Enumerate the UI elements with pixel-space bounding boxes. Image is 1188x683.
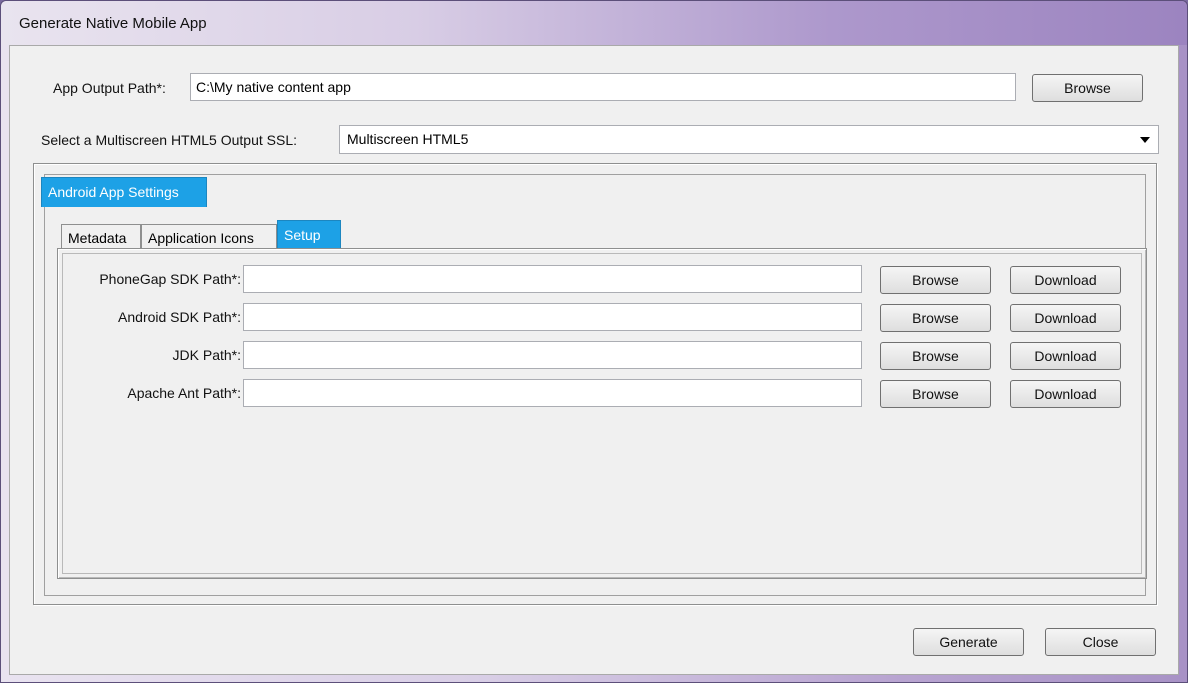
apache-ant-path-label: Apache Ant Path*: <box>127 385 241 401</box>
apache-ant-download-button[interactable]: Download <box>1010 380 1121 408</box>
app-output-path-label: App Output Path*: <box>53 80 166 96</box>
jdk-path-input[interactable] <box>243 341 862 369</box>
close-button[interactable]: Close <box>1045 628 1156 656</box>
window-title: Generate Native Mobile App <box>19 15 207 32</box>
app-output-browse-button[interactable]: Browse <box>1032 74 1143 102</box>
phonegap-download-button[interactable]: Download <box>1010 266 1121 294</box>
chevron-down-icon <box>1140 137 1150 143</box>
title-bar[interactable]: Generate Native Mobile App <box>1 1 1187 45</box>
setup-panel-inner <box>62 253 1142 574</box>
ssl-select-label: Select a Multiscreen HTML5 Output SSL: <box>41 132 297 148</box>
ssl-select-dropdown[interactable]: Multiscreen HTML5 <box>339 125 1159 154</box>
app-output-path-input[interactable] <box>190 73 1016 101</box>
android-sdk-browse-button[interactable]: Browse <box>880 304 991 332</box>
android-sdk-path-input[interactable] <box>243 303 862 331</box>
apache-ant-path-input[interactable] <box>243 379 862 407</box>
android-sdk-download-button[interactable]: Download <box>1010 304 1121 332</box>
setup-panel <box>57 248 1147 579</box>
jdk-browse-button[interactable]: Browse <box>880 342 991 370</box>
ssl-select-value: Multiscreen HTML5 <box>347 131 469 147</box>
phonegap-sdk-path-label: PhoneGap SDK Path*: <box>99 271 241 287</box>
jdk-path-label: JDK Path*: <box>172 347 241 363</box>
dialog-window: Generate Native Mobile App App Output Pa… <box>0 0 1188 683</box>
jdk-download-button[interactable]: Download <box>1010 342 1121 370</box>
phonegap-browse-button[interactable]: Browse <box>880 266 991 294</box>
android-sdk-path-label: Android SDK Path*: <box>118 309 241 325</box>
apache-ant-browse-button[interactable]: Browse <box>880 380 991 408</box>
generate-button[interactable]: Generate <box>913 628 1024 656</box>
phonegap-sdk-path-input[interactable] <box>243 265 862 293</box>
tab-android-app-settings[interactable]: Android App Settings <box>41 177 207 207</box>
